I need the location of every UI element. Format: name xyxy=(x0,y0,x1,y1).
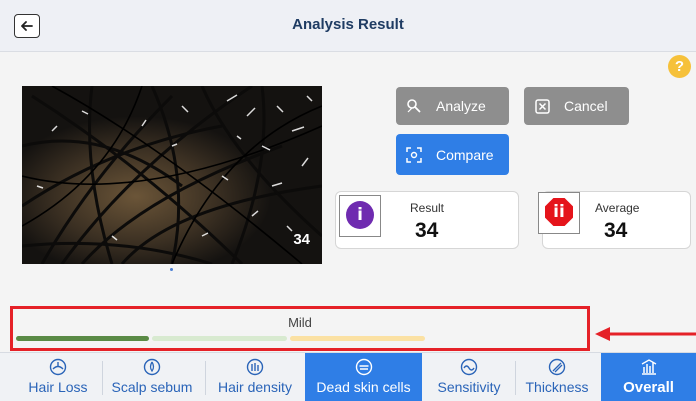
scalp-photo xyxy=(22,86,322,264)
analyze-button[interactable]: Analyze xyxy=(396,87,509,125)
result-badge-frame: i xyxy=(339,195,381,237)
help-button[interactable]: ? xyxy=(668,55,691,78)
image-page-indicator xyxy=(170,268,173,271)
average-badge: ii xyxy=(545,198,573,226)
category-tab-bar: Hair Loss Scalp sebum Hair density Dead … xyxy=(0,352,696,401)
compare-icon xyxy=(404,146,424,163)
scalp-sebum-icon xyxy=(143,356,161,378)
average-label: Average xyxy=(595,201,640,215)
average-card: ii Average 34 xyxy=(538,191,691,249)
image-value-overlay: 34 xyxy=(293,231,310,248)
severity-label: Mild xyxy=(288,315,312,330)
tab-hair-loss[interactable]: Hair Loss xyxy=(14,353,102,401)
scalp-image: 34 xyxy=(22,86,322,264)
app-header: Analysis Result xyxy=(0,0,696,52)
cancel-button[interactable]: Cancel xyxy=(524,87,629,125)
tab-overall[interactable]: Overall xyxy=(601,353,696,401)
analyze-label: Analyze xyxy=(436,98,486,114)
average-value: 34 xyxy=(604,219,628,242)
tab-scalp-sebum-label: Scalp sebum xyxy=(111,379,193,395)
tab-thickness-label: Thickness xyxy=(525,379,589,395)
severity-segment-moderate xyxy=(152,336,287,341)
result-badge: i xyxy=(346,201,374,229)
tab-sensitivity-label: Sensitivity xyxy=(437,379,501,395)
severity-segment-severe xyxy=(290,336,425,341)
tab-thickness[interactable]: Thickness xyxy=(516,353,598,401)
tab-hair-density-label: Hair density xyxy=(218,379,292,395)
tab-sensitivity[interactable]: Sensitivity xyxy=(424,353,514,401)
result-card: i Result 34 xyxy=(335,191,519,249)
page-title: Analysis Result xyxy=(292,16,404,33)
hair-loss-icon xyxy=(49,356,67,378)
annotation-arrow-icon xyxy=(595,327,696,341)
hair-density-icon xyxy=(246,356,264,378)
severity-scale: Mild xyxy=(10,306,590,351)
close-box-icon xyxy=(532,98,552,114)
compare-label: Compare xyxy=(436,146,494,163)
cancel-label: Cancel xyxy=(564,98,608,114)
tab-dead-skin-cells[interactable]: Dead skin cells xyxy=(305,353,422,401)
overall-icon xyxy=(640,356,658,378)
dead-skin-cells-icon xyxy=(355,356,373,378)
tab-overall-label: Overall xyxy=(623,379,674,396)
analyze-icon xyxy=(404,98,424,114)
tab-hair-density[interactable]: Hair density xyxy=(206,353,304,401)
thickness-icon xyxy=(548,356,566,378)
result-label: Result xyxy=(410,201,445,215)
sensitivity-icon xyxy=(460,356,478,378)
severity-segment-mild xyxy=(16,336,149,341)
tab-hair-loss-label: Hair Loss xyxy=(28,379,88,395)
tab-dead-skin-cells-label: Dead skin cells xyxy=(316,379,411,395)
compare-button[interactable]: Compare xyxy=(396,134,509,175)
tab-scalp-sebum[interactable]: Scalp sebum xyxy=(103,353,201,401)
average-badge-frame: ii xyxy=(538,192,580,234)
result-value: 34 xyxy=(415,219,439,242)
